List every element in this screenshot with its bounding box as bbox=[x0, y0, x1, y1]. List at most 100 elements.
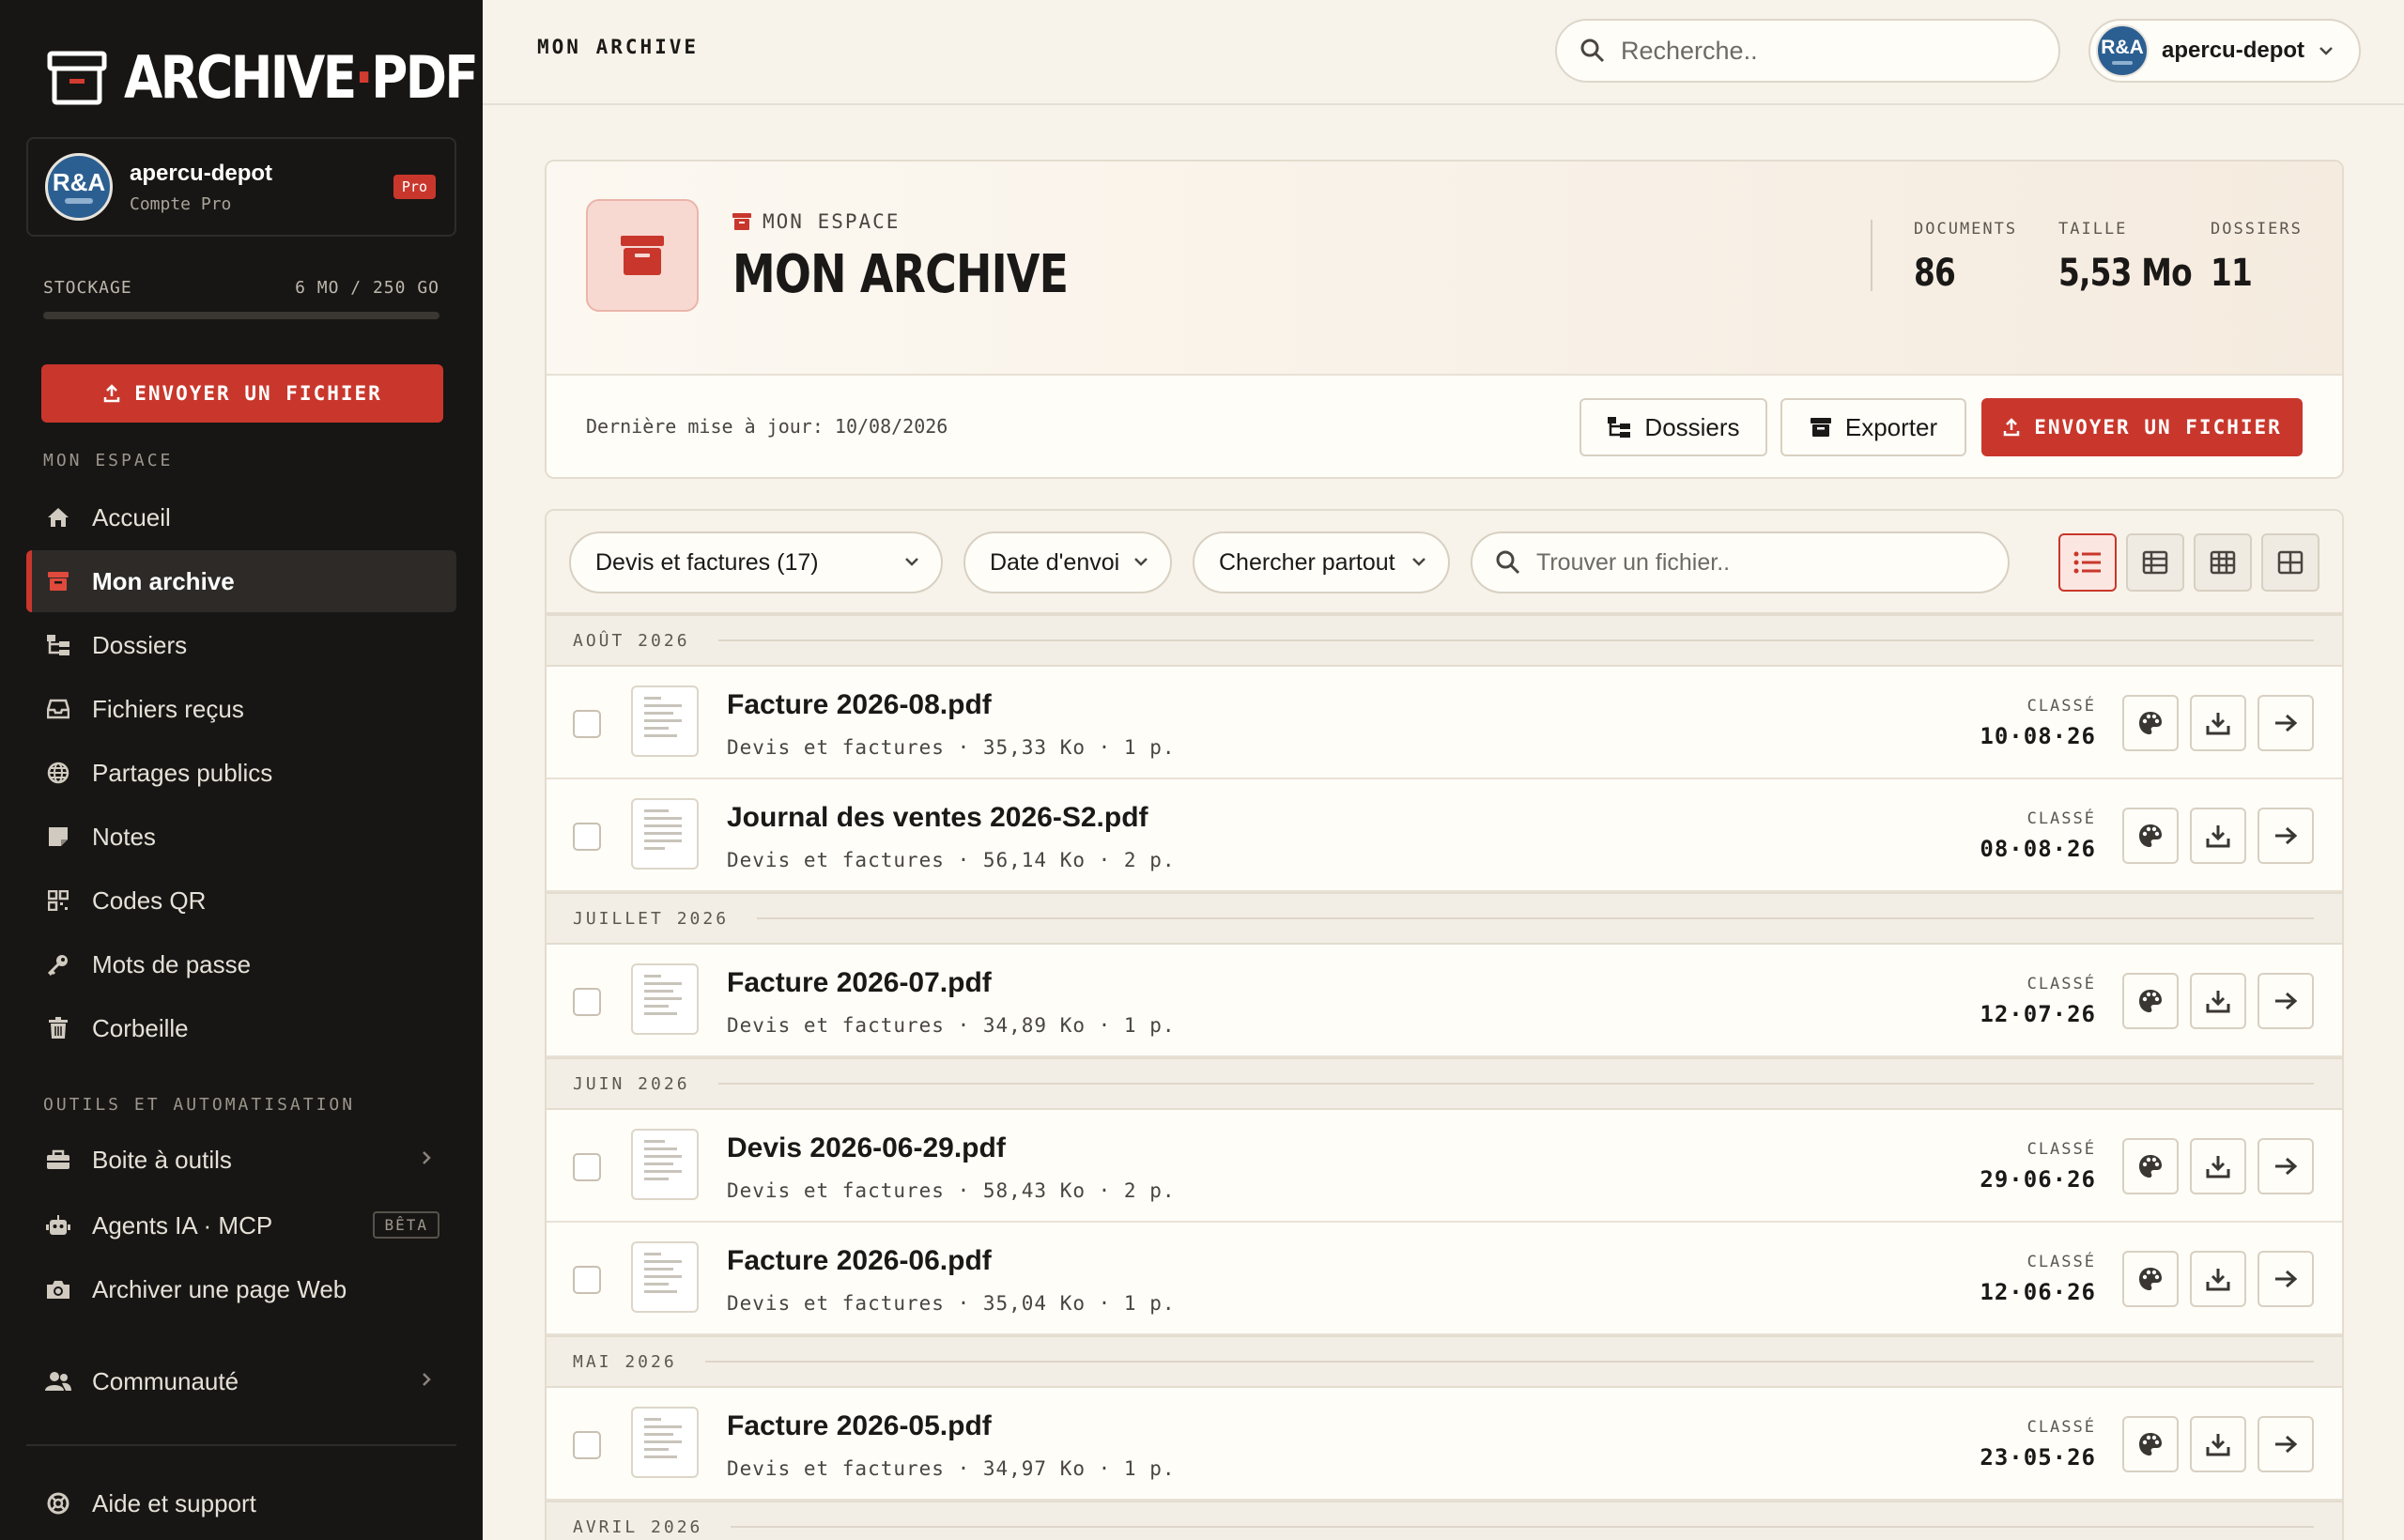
row-checkbox[interactable] bbox=[573, 1153, 601, 1181]
file-row[interactable]: Facture 2026-08.pdf Devis et factures · … bbox=[547, 667, 2342, 779]
download-button[interactable] bbox=[2190, 808, 2246, 864]
file-row[interactable]: Facture 2026-06.pdf Devis et factures · … bbox=[547, 1223, 2342, 1335]
sidebar-item-codes-qr[interactable]: Codes QR bbox=[26, 870, 456, 932]
grid-icon bbox=[2210, 550, 2236, 575]
header-top: MON ESPACE MON ARCHIVE DOCUMENTS 86 TAIL… bbox=[547, 162, 2342, 376]
file-status: CLASSÉ 23·05·26 bbox=[1980, 1418, 2096, 1471]
account-card[interactable]: R&A apercu-depot Compte Pro Pro bbox=[26, 137, 456, 237]
file-row[interactable]: Facture 2026-05.pdf Devis et factures · … bbox=[547, 1388, 2342, 1501]
open-button[interactable] bbox=[2258, 1416, 2314, 1472]
header-upload-button[interactable]: ENVOYER UN FICHIER bbox=[1981, 398, 2303, 456]
color-button[interactable] bbox=[2122, 1138, 2179, 1194]
home-icon bbox=[45, 504, 71, 531]
sidebar-upload-button[interactable]: ENVOYER UN FICHIER bbox=[41, 364, 443, 423]
sort-select[interactable]: Date d'envoi bbox=[963, 531, 1172, 593]
group-header-juin: JUIN 2026 bbox=[547, 1057, 2342, 1110]
file-row[interactable]: Devis 2026-06-29.pdf Devis et factures ·… bbox=[547, 1110, 2342, 1223]
account-plan: Compte Pro bbox=[130, 193, 232, 214]
sidebar-item-fichiers-recus[interactable]: Fichiers reçus bbox=[26, 678, 456, 740]
export-button[interactable]: Exporter bbox=[1780, 398, 1966, 456]
pdf-thumbnail bbox=[631, 1407, 699, 1478]
view-tiles-button[interactable] bbox=[2261, 533, 2319, 592]
color-button[interactable] bbox=[2122, 808, 2179, 864]
file-name[interactable]: Journal des ventes 2026-S2.pdf bbox=[727, 802, 1148, 834]
row-checkbox[interactable] bbox=[573, 1266, 601, 1294]
open-button[interactable] bbox=[2258, 1138, 2314, 1194]
page-breadcrumb: MON ARCHIVE bbox=[537, 36, 700, 58]
sidebar-item-agents-ia[interactable]: Agents IA · MCP BÊTA bbox=[26, 1194, 456, 1256]
sidebar-item-mon-archive[interactable]: Mon archive bbox=[26, 550, 456, 612]
stats-divider bbox=[1871, 220, 1872, 291]
sidebar-item-partages-publics[interactable]: Partages publics bbox=[26, 742, 456, 804]
file-name[interactable]: Facture 2026-07.pdf bbox=[727, 967, 992, 999]
file-name[interactable]: Devis 2026-06-29.pdf bbox=[727, 1132, 1006, 1164]
filter-bar: Devis et factures (17) Date d'envoi Cher… bbox=[547, 511, 2342, 614]
sidebar-item-boite-a-outils[interactable]: Boite à outils bbox=[26, 1129, 456, 1191]
chevron-down-icon bbox=[1133, 556, 1149, 567]
file-status: CLASSÉ 12·06·26 bbox=[1980, 1253, 2096, 1305]
sidebar-item-aide[interactable]: Aide et support bbox=[26, 1472, 456, 1534]
open-button[interactable] bbox=[2258, 695, 2314, 751]
download-icon bbox=[2206, 989, 2230, 1013]
download-button[interactable] bbox=[2190, 1416, 2246, 1472]
arrow-right-icon bbox=[2273, 1269, 2298, 1289]
pdf-thumbnail bbox=[631, 963, 699, 1035]
global-search[interactable] bbox=[1555, 19, 2060, 83]
search-input[interactable] bbox=[1621, 36, 2015, 66]
scope-select[interactable]: Chercher partout bbox=[1193, 531, 1450, 593]
download-button[interactable] bbox=[2190, 973, 2246, 1029]
file-row[interactable]: Journal des ventes 2026-S2.pdf Devis et … bbox=[547, 779, 2342, 892]
row-checkbox[interactable] bbox=[573, 988, 601, 1016]
row-checkbox[interactable] bbox=[573, 823, 601, 851]
avatar: R&A bbox=[45, 153, 113, 221]
view-list-button[interactable] bbox=[2058, 533, 2117, 592]
color-button[interactable] bbox=[2122, 973, 2179, 1029]
chevron-right-icon bbox=[421, 1149, 432, 1166]
view-table-button[interactable] bbox=[2126, 533, 2184, 592]
sidebar-item-corbeille[interactable]: Corbeille bbox=[26, 997, 456, 1059]
chevron-down-icon bbox=[2318, 45, 2335, 56]
download-icon bbox=[2206, 1267, 2230, 1291]
view-grid-button[interactable] bbox=[2194, 533, 2252, 592]
sidebar-item-accueil[interactable]: Accueil bbox=[26, 486, 456, 548]
row-checkbox[interactable] bbox=[573, 1431, 601, 1459]
color-button[interactable] bbox=[2122, 1251, 2179, 1307]
file-name[interactable]: Facture 2026-06.pdf bbox=[727, 1245, 992, 1277]
category-select[interactable]: Devis et factures (17) bbox=[569, 531, 943, 593]
file-meta: Devis et factures · 34,89 Ko · 1 p. bbox=[727, 1014, 1176, 1037]
archive-icon bbox=[45, 568, 71, 594]
open-button[interactable] bbox=[2258, 1251, 2314, 1307]
sidebar-item-notes[interactable]: Notes bbox=[26, 806, 456, 868]
app-logo[interactable]: ARCHIVE·PDF bbox=[47, 43, 533, 112]
globe-icon bbox=[45, 760, 71, 786]
folders-button[interactable]: Dossiers bbox=[1580, 398, 1767, 456]
user-menu[interactable]: R&A apercu-depot bbox=[2088, 19, 2361, 83]
color-button[interactable] bbox=[2122, 1416, 2179, 1472]
file-name[interactable]: Facture 2026-08.pdf bbox=[727, 689, 992, 721]
download-button[interactable] bbox=[2190, 1138, 2246, 1194]
sidebar-item-dossiers[interactable]: Dossiers bbox=[26, 614, 456, 676]
note-icon bbox=[45, 824, 71, 850]
file-status: CLASSÉ 10·08·26 bbox=[1980, 697, 2096, 749]
header-crumb: MON ESPACE bbox=[732, 210, 900, 233]
file-row[interactable]: Facture 2026-07.pdf Devis et factures · … bbox=[547, 945, 2342, 1057]
download-button[interactable] bbox=[2190, 695, 2246, 751]
toolbox-icon bbox=[45, 1147, 71, 1173]
pdf-thumbnail bbox=[631, 1129, 699, 1200]
download-button[interactable] bbox=[2190, 1251, 2246, 1307]
sidebar-item-archiver-page-web[interactable]: Archiver une page Web bbox=[26, 1258, 456, 1320]
storage-value: 6 MO / 250 GO bbox=[295, 278, 439, 298]
chevron-right-icon bbox=[421, 1371, 432, 1388]
file-name[interactable]: Facture 2026-05.pdf bbox=[727, 1410, 992, 1442]
file-search[interactable] bbox=[1471, 531, 2010, 593]
file-search-input[interactable] bbox=[1536, 548, 1987, 577]
row-checkbox[interactable] bbox=[573, 710, 601, 738]
file-meta: Devis et factures · 58,43 Ko · 2 p. bbox=[727, 1179, 1176, 1202]
sidebar-item-mots-de-passe[interactable]: Mots de passe bbox=[26, 933, 456, 995]
color-button[interactable] bbox=[2122, 695, 2179, 751]
sidebar-item-communaute[interactable]: Communauté bbox=[26, 1350, 456, 1412]
open-button[interactable] bbox=[2258, 973, 2314, 1029]
file-meta: Devis et factures · 35,33 Ko · 1 p. bbox=[727, 736, 1176, 759]
open-button[interactable] bbox=[2258, 808, 2314, 864]
file-status: CLASSÉ 29·06·26 bbox=[1980, 1140, 2096, 1193]
